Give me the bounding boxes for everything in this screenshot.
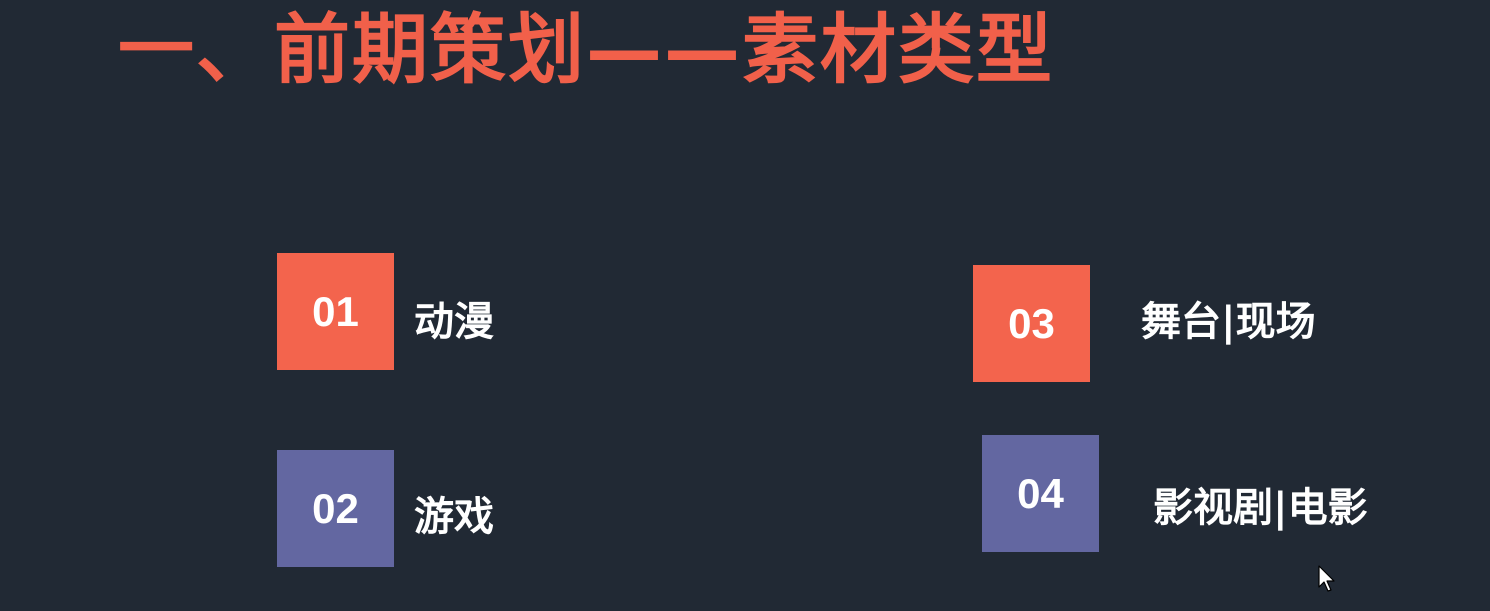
badge-01: 01: [277, 253, 394, 370]
slide-title: 一、前期策划——素材类型: [118, 5, 1054, 94]
mouse-pointer-icon: [1318, 565, 1335, 592]
item-label-game: 游戏: [414, 494, 494, 540]
badge-04: 04: [982, 435, 1099, 552]
item-label-film: 影视剧|电影: [1153, 485, 1368, 531]
badge-02: 02: [277, 450, 394, 567]
item-label-anime: 动漫: [414, 299, 494, 345]
badge-03: 03: [973, 265, 1090, 382]
item-label-stage: 舞台|现场: [1141, 299, 1316, 345]
presentation-slide: 一、前期策划——素材类型 01 动漫 02 游戏 03 舞台|现场 04 影视剧…: [0, 0, 1490, 611]
